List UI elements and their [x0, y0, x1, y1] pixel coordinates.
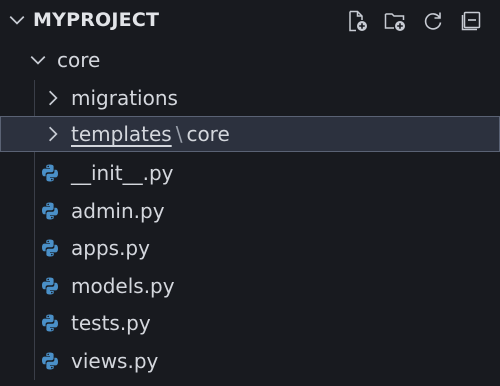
python-icon	[42, 352, 58, 370]
tree-folder-templates[interactable]: templates \ core	[0, 116, 500, 152]
folder-label-templates[interactable]: templates	[71, 122, 172, 146]
file-label: admin.py	[71, 199, 165, 223]
file-label: tests.py	[71, 311, 151, 335]
file-label: apps.py	[71, 236, 150, 260]
python-icon	[42, 202, 58, 220]
tree-file[interactable]: views.py	[0, 343, 500, 379]
project-title: MYPROJECT	[33, 9, 160, 31]
python-icon	[42, 314, 58, 332]
explorer-actions	[342, 8, 486, 34]
file-label: models.py	[71, 274, 175, 298]
folder-label-core[interactable]: core	[186, 122, 229, 146]
folder-label: core	[57, 48, 101, 72]
tree-folder-migrations[interactable]: migrations	[0, 80, 500, 116]
new-folder-button[interactable]	[380, 8, 410, 34]
tree-file[interactable]: models.py	[0, 268, 500, 304]
new-file-button[interactable]	[342, 8, 372, 34]
folder-label: migrations	[71, 86, 178, 110]
tree-folder-core[interactable]: core	[0, 42, 500, 78]
new-folder-icon	[384, 13, 405, 31]
compact-folder-separator: \	[175, 122, 183, 146]
tree-file[interactable]: tests.py	[0, 305, 500, 341]
explorer-header[interactable]: MYPROJECT	[0, 0, 500, 40]
chevron-right-icon	[49, 90, 58, 106]
file-label: views.py	[71, 349, 159, 373]
python-icon	[42, 239, 58, 257]
tree-file[interactable]: apps.py	[0, 230, 500, 266]
collapse-all-button[interactable]	[456, 8, 486, 34]
collapse-all-icon	[461, 11, 481, 31]
python-icon	[42, 164, 58, 182]
python-icon	[42, 277, 58, 295]
tree-file[interactable]: admin.py	[0, 193, 500, 229]
refresh-icon	[424, 12, 442, 30]
refresh-button[interactable]	[418, 8, 448, 34]
tree-file[interactable]: __init__.py	[0, 155, 500, 191]
new-file-icon	[349, 10, 367, 32]
chevron-right-icon	[49, 126, 58, 142]
chevron-down-icon[interactable]	[8, 11, 26, 29]
chevron-down-icon	[30, 56, 46, 65]
file-explorer: MYPROJECT core migrations templates \ co…	[0, 0, 500, 386]
file-label: __init__.py	[71, 161, 174, 185]
